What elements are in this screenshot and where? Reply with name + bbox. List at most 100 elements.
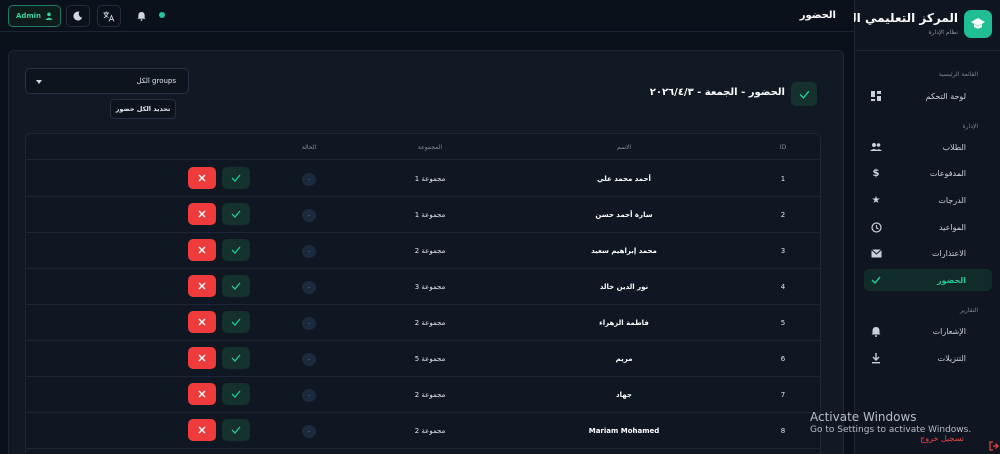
status-badge: - xyxy=(302,173,316,186)
status-badge: - xyxy=(302,389,316,402)
cell-id: 4 xyxy=(780,283,786,291)
column-header-group: المجموعة xyxy=(417,144,443,151)
check-icon xyxy=(231,282,241,290)
status-badge: - xyxy=(302,425,316,438)
cell-name: سارة أحمد حسن xyxy=(595,211,653,219)
close-icon xyxy=(198,390,206,398)
theme-toggle-button[interactable] xyxy=(66,5,90,27)
table-header: ID الاسم المجموعة الحالة xyxy=(26,134,820,160)
windows-activation-watermark: Activate Windows Go to Settings to activ… xyxy=(810,410,971,435)
sidebar-item-label: الطلاب xyxy=(942,142,966,152)
section-label-main: القائمة الرئيسية xyxy=(938,71,978,78)
status-text: - xyxy=(307,427,311,435)
status-badge: - xyxy=(302,209,316,222)
mark-all-present-button[interactable]: تحديد الكل حضور xyxy=(110,99,176,119)
sidebar-item-attendance[interactable]: الحضور xyxy=(864,269,992,291)
sidebar-item-students[interactable]: الطلاب xyxy=(864,136,992,158)
mark-absent-button[interactable] xyxy=(188,419,216,441)
admin-profile-button[interactable]: Admin xyxy=(8,5,61,27)
mark-absent-button[interactable] xyxy=(188,203,216,225)
cell-group: مجموعة 3 xyxy=(414,283,446,291)
mark-present-button[interactable] xyxy=(222,167,250,189)
sidebar-item-label: لوحة التحكم xyxy=(925,91,966,101)
sidebar-item-label: التنزيلات xyxy=(937,353,966,363)
status-text: - xyxy=(307,283,311,291)
mark-absent-button[interactable] xyxy=(188,167,216,189)
cell-group: مجموعة 1 xyxy=(414,211,446,219)
sidebar-item-label: الإشعارات xyxy=(932,326,966,336)
sidebar-item-notifications[interactable]: الإشعارات xyxy=(864,320,992,342)
cell-group: مجموعة 2 xyxy=(414,247,446,255)
attendance-check-badge xyxy=(791,82,817,106)
logout-icon xyxy=(989,436,999,451)
cell-group: مجموعة 5 xyxy=(414,355,446,363)
mark-present-button[interactable] xyxy=(222,383,250,405)
column-header-id: ID xyxy=(779,144,787,151)
close-icon xyxy=(198,318,206,326)
mark-present-button[interactable] xyxy=(222,239,250,261)
sidebar-item-excuses[interactable]: الاعتذارات xyxy=(864,242,992,264)
cell-id: 8 xyxy=(780,427,786,435)
table-row: 5 فاطمة الزهراء مجموعة 2 - xyxy=(26,305,820,341)
close-icon xyxy=(198,282,206,290)
mark-absent-button[interactable] xyxy=(188,347,216,369)
notifications-bell-icon[interactable] xyxy=(134,9,148,23)
sidebar-item-label: الاعتذارات xyxy=(931,248,966,258)
close-icon xyxy=(198,354,206,362)
cell-id: 2 xyxy=(780,211,786,219)
mark-present-button[interactable] xyxy=(222,419,250,441)
group-select[interactable]: الكل groups xyxy=(25,68,189,94)
check-icon xyxy=(799,90,809,99)
mark-present-button[interactable] xyxy=(222,275,250,297)
cell-name: نور الدين خالد xyxy=(599,283,649,291)
status-text: - xyxy=(307,247,311,255)
close-icon xyxy=(198,246,206,254)
cell-id: 5 xyxy=(780,319,786,327)
mark-absent-button[interactable] xyxy=(188,239,216,261)
mark-present-button[interactable] xyxy=(222,203,250,225)
mark-absent-button[interactable] xyxy=(188,383,216,405)
users-icon xyxy=(870,141,882,153)
mark-absent-button[interactable] xyxy=(188,275,216,297)
cell-name: مريم xyxy=(615,355,633,363)
table-row: 1 أحمد محمد علي مجموعة 1 - xyxy=(26,161,820,197)
check-icon xyxy=(870,274,882,286)
table-row: 4 نور الدين خالد مجموعة 3 - xyxy=(26,269,820,305)
table-row: 8 Mariam Mohamed مجموعة 2 - xyxy=(26,413,820,449)
cell-name: Mariam Mohamed xyxy=(588,427,660,435)
check-icon xyxy=(231,390,241,398)
sidebar-item-dashboard[interactable]: لوحة التحكم xyxy=(864,85,992,107)
sidebar-item-grades[interactable]: ★ الدرجات xyxy=(864,189,992,211)
cell-group: مجموعة 2 xyxy=(414,427,446,435)
star-icon: ★ xyxy=(871,194,881,206)
sidebar-item-label: المدفوعات xyxy=(929,168,966,178)
logout-button[interactable]: تسجيل خروج xyxy=(920,434,978,443)
sidebar-item-payments[interactable]: $ المدفوعات xyxy=(864,162,992,184)
sidebar: المركز التعليمي الذكي نظام الإدارة القائ… xyxy=(826,0,1000,454)
logout-label: تسجيل خروج xyxy=(920,434,964,443)
mail-icon xyxy=(870,247,882,259)
table-row: 6 مريم مجموعة 5 - xyxy=(26,341,820,377)
mark-absent-button[interactable] xyxy=(188,311,216,333)
user-icon xyxy=(45,12,53,20)
dashboard-icon xyxy=(870,90,882,102)
sidebar-item-schedules[interactable]: المواعيد xyxy=(864,216,992,238)
sidebar-item-downloads[interactable]: التنزيلات xyxy=(864,347,992,369)
online-status-dot xyxy=(159,12,165,18)
status-badge: - xyxy=(302,317,316,330)
status-text: - xyxy=(307,391,311,399)
mark-present-button[interactable] xyxy=(222,311,250,333)
mark-present-button[interactable] xyxy=(222,347,250,369)
cell-name: فاطمة الزهراء xyxy=(599,319,649,327)
section-label-management: الإدارة xyxy=(962,123,978,130)
watermark-title: Activate Windows xyxy=(810,410,917,424)
download-icon xyxy=(870,352,882,364)
cell-name: محمد إبراهيم سعيد xyxy=(591,247,657,255)
group-select-value: الكل groups xyxy=(136,77,176,85)
language-toggle-button[interactable] xyxy=(97,5,121,27)
close-icon xyxy=(198,426,206,434)
attendance-table: ID الاسم المجموعة الحالة 1 أحمد محمد علي م… xyxy=(25,133,821,454)
sidebar-item-label: الحضور xyxy=(936,275,966,285)
cell-id: 1 xyxy=(780,175,786,183)
attendance-card: الحضور - الجمعة - ٢٠٢٦/٤/٣ الكل groups ت… xyxy=(8,50,844,454)
